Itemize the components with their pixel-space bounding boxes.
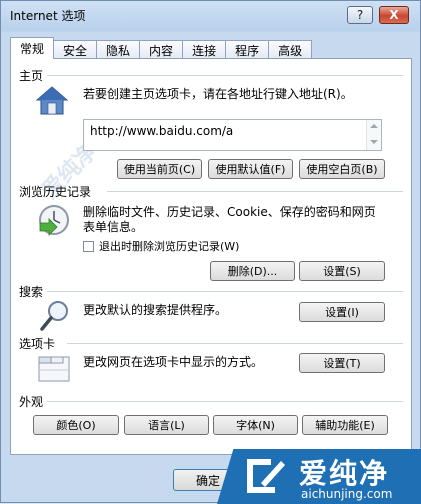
- homepage-divider: [47, 75, 403, 76]
- tab-bar: 常规 安全 隐私 内容 连接 程序 高级: [10, 37, 313, 59]
- appearance-divider: [47, 401, 403, 402]
- homepage-description: 若要创建主页选项卡，请在各地址行键入地址(R)。: [83, 87, 353, 101]
- fonts-button[interactable]: 字体(N): [213, 415, 298, 435]
- help-button[interactable]: ?: [347, 6, 373, 24]
- colors-button[interactable]: 颜色(O): [33, 415, 119, 435]
- scroll-up-icon[interactable]: [370, 124, 378, 128]
- accessibility-button[interactable]: 辅助功能(E): [302, 415, 388, 435]
- general-panel: 爱纯净 主页 若要创建主页选项卡，请在各地址行键入地址(R)。 http://w…: [10, 58, 412, 455]
- home-icon: [35, 86, 69, 115]
- scroll-down-icon[interactable]: [370, 140, 378, 144]
- internet-options-dialog: Internet 选项 ? X 常规 安全 隐私 内容 连接 程序 高级 爱纯净…: [0, 0, 421, 504]
- tab-general[interactable]: 常规: [10, 37, 55, 59]
- tab-privacy[interactable]: 隐私: [96, 40, 141, 59]
- search-section-title: 搜索: [19, 285, 44, 299]
- tab-connections[interactable]: 连接: [182, 40, 227, 59]
- window-title: Internet 选项: [10, 9, 86, 23]
- watermark-logo-icon: [247, 459, 285, 493]
- tabs-divider: [67, 343, 403, 344]
- history-description-line1: 删除临时文件、历史记录、Cookie、保存的密码和网页: [83, 205, 376, 219]
- delete-history-button[interactable]: 删除(D)...: [210, 261, 295, 281]
- homepage-address-value: http://www.baidu.com/a: [90, 124, 234, 138]
- search-description: 更改默认的搜索提供程序。: [83, 303, 228, 317]
- tabs-settings-button[interactable]: 设置(T): [299, 353, 385, 373]
- use-current-button[interactable]: 使用当前页(C): [117, 159, 202, 179]
- search-settings-button[interactable]: 设置(I): [299, 302, 385, 322]
- close-button[interactable]: X: [379, 6, 409, 24]
- languages-button[interactable]: 语言(L): [124, 415, 209, 435]
- watermark-brand: 爱纯净: [299, 457, 390, 490]
- tabs-section-title: 选项卡: [19, 337, 56, 351]
- tab-programs[interactable]: 程序: [225, 40, 270, 59]
- history-settings-button[interactable]: 设置(S): [299, 261, 385, 281]
- watermark-url: aichunjing.com: [301, 487, 393, 501]
- appearance-section-title: 外观: [19, 395, 44, 409]
- watermark-ribbon: 爱纯净 aichunjing.com: [217, 449, 421, 504]
- tab-advanced[interactable]: 高级: [268, 40, 313, 59]
- search-magnifier-icon: [40, 301, 68, 331]
- use-default-button[interactable]: 使用默认值(F): [208, 159, 293, 179]
- homepage-section-title: 主页: [19, 69, 44, 83]
- delete-on-exit-label: 退出时删除浏览历史记录(W): [99, 240, 240, 253]
- tabs-icon: [38, 356, 70, 382]
- tab-content[interactable]: 内容: [139, 40, 184, 59]
- history-divider: [107, 191, 403, 192]
- tab-security[interactable]: 安全: [53, 40, 98, 59]
- history-description-line2: 表单信息。: [83, 220, 144, 234]
- address-scrollbar[interactable]: [366, 120, 381, 150]
- search-divider: [47, 291, 403, 292]
- delete-on-exit-checkbox[interactable]: [83, 241, 94, 252]
- history-section-title: 浏览历史记录: [19, 185, 92, 199]
- homepage-address-field[interactable]: http://www.baidu.com/a: [83, 119, 382, 151]
- tabs-description: 更改网页在选项卡中显示的方式。: [83, 355, 264, 369]
- use-blank-button[interactable]: 使用空白页(B): [299, 159, 385, 179]
- history-clock-icon: [39, 205, 69, 236]
